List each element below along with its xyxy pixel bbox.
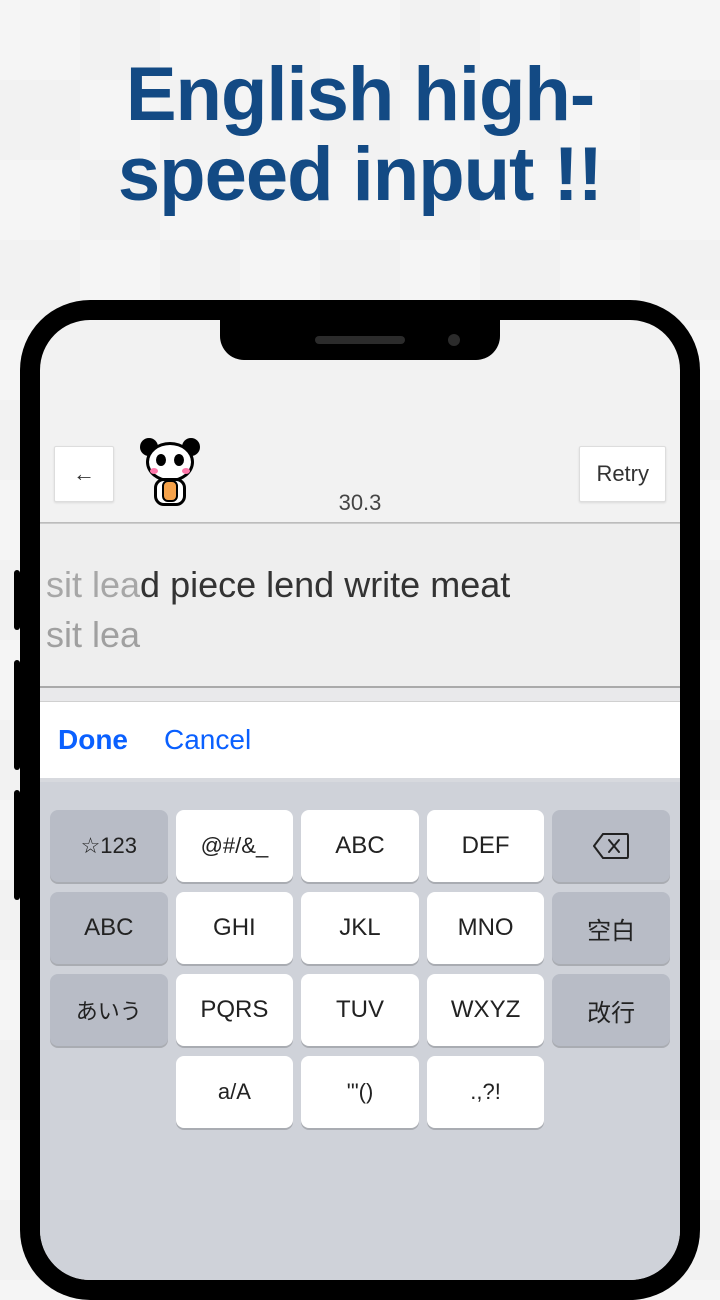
back-button[interactable]: ← xyxy=(54,446,114,502)
front-camera xyxy=(448,334,460,346)
key-quotes[interactable]: '"() xyxy=(301,1056,419,1128)
hero-section: English high-speed input !! xyxy=(0,0,720,235)
key-space[interactable]: 空白 xyxy=(552,892,670,964)
target-text: sit lead piece lend write meat xyxy=(46,564,674,606)
key-abc[interactable]: ABC xyxy=(301,810,419,882)
key-mode-kana[interactable]: あいう xyxy=(50,974,168,1046)
target-text-typed: sit lea xyxy=(46,564,140,605)
key-return[interactable]: 改行 xyxy=(552,974,670,1046)
phone-side-button xyxy=(14,570,20,630)
keyboard-row-2: ABC GHI JKL MNO 空白 xyxy=(50,892,670,964)
key-tuv[interactable]: TUV xyxy=(301,974,419,1046)
keyboard-row-3: あいう PQRS TUV WXYZ 改行 xyxy=(50,974,670,1046)
phone-screen: ← Retry 30.3 sit lead piece lend write m… xyxy=(40,320,680,1280)
key-case-toggle[interactable]: a/A xyxy=(176,1056,294,1128)
key-pqrs[interactable]: PQRS xyxy=(176,974,294,1046)
hero-title: English high-speed input !! xyxy=(20,55,700,215)
keyboard-row-1: ☆123 @#/&_ ABC DEF xyxy=(50,810,670,882)
phone-side-button xyxy=(14,790,20,900)
backspace-icon xyxy=(593,832,629,860)
key-def[interactable]: DEF xyxy=(427,810,545,882)
target-text-remaining: d piece lend write meat xyxy=(140,564,510,605)
phone-notch xyxy=(220,320,500,360)
panda-mascot-icon xyxy=(134,438,206,510)
key-symbols[interactable]: @#/&_ xyxy=(176,810,294,882)
keyboard-row-4: a/A '"() .,?! xyxy=(50,1056,670,1128)
user-input-text[interactable]: sit lea xyxy=(46,614,674,656)
key-backspace[interactable] xyxy=(552,810,670,882)
keyboard: ☆123 @#/&_ ABC DEF ABC GHI JKL MN xyxy=(40,782,680,1280)
key-mode-abc[interactable]: ABC xyxy=(50,892,168,964)
key-wxyz[interactable]: WXYZ xyxy=(427,974,545,1046)
timer-display: 30.3 xyxy=(339,490,382,516)
keyboard-action-row: Done Cancel xyxy=(40,702,680,782)
key-jkl[interactable]: JKL xyxy=(301,892,419,964)
phone-frame: ← Retry 30.3 sit lead piece lend write m… xyxy=(20,300,700,1300)
done-button[interactable]: Done xyxy=(58,724,128,756)
typing-area: sit lead piece lend write meat sit lea xyxy=(40,523,680,688)
retry-button[interactable]: Retry xyxy=(579,446,666,502)
key-mno[interactable]: MNO xyxy=(427,892,545,964)
key-punct[interactable]: .,?! xyxy=(427,1056,545,1128)
key-ghi[interactable]: GHI xyxy=(176,892,294,964)
app-container: ← Retry 30.3 sit lead piece lend write m… xyxy=(40,420,680,1280)
cancel-button[interactable]: Cancel xyxy=(164,724,251,756)
key-numsym[interactable]: ☆123 xyxy=(50,810,168,882)
phone-side-button xyxy=(14,660,20,770)
speaker-grill xyxy=(315,336,405,344)
app-toolbar: ← Retry 30.3 xyxy=(40,420,680,523)
